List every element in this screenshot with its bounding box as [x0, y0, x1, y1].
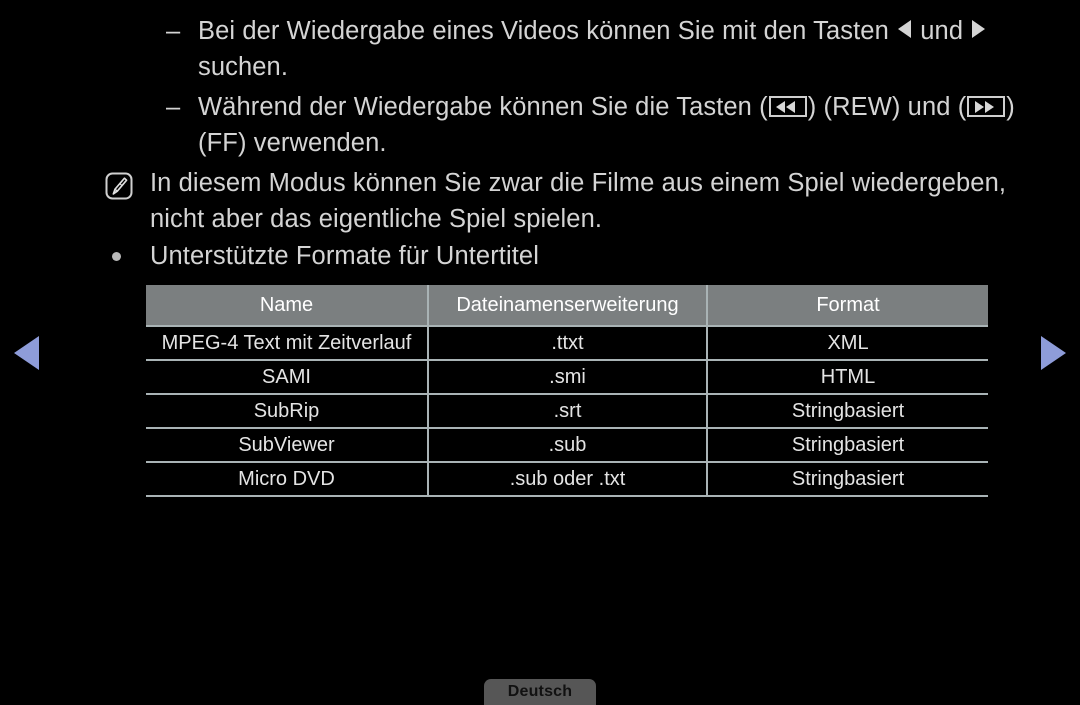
list-item-text: Bei der Wiedergabe eines Videos können S…: [198, 17, 889, 45]
table-row: SubRip .srt Stringbasiert: [146, 393, 988, 428]
triangle-right-icon: [972, 20, 986, 38]
column-header-extension: Dateinamenserweiterung: [427, 285, 708, 326]
table-row: Micro DVD .sub oder .txt Stringbasiert: [146, 461, 988, 497]
subtitle-formats-table: Name Dateinamenserweiterung Format MPEG-…: [146, 285, 988, 497]
next-page-arrow[interactable]: [1041, 336, 1066, 370]
table-row: SAMI .smi HTML: [146, 359, 988, 394]
cell-extension: .ttxt: [427, 325, 708, 360]
table-header-row: Name Dateinamenserweiterung Format: [146, 285, 988, 326]
list-item-text-middle: und: [920, 17, 964, 45]
list-item-text: Während der Wiedergabe können Sie die Ta…: [198, 93, 768, 121]
list-item: – Bei der Wiedergabe eines Videos können…: [0, 13, 1080, 85]
table-row: MPEG-4 Text mit Zeitverlauf .ttxt XML: [146, 325, 988, 360]
cell-name: SubRip: [146, 393, 429, 428]
column-header-name: Name: [146, 285, 429, 326]
cell-format: Stringbasiert: [706, 393, 988, 428]
list-item: – Während der Wiedergabe können Sie die …: [0, 89, 1080, 161]
language-chip[interactable]: Deutsch: [484, 679, 596, 705]
cell-name: MPEG-4 Text mit Zeitverlauf: [146, 325, 429, 360]
cell-extension: .sub: [427, 427, 708, 462]
dash-marker: –: [166, 17, 181, 45]
prev-page-arrow[interactable]: [14, 336, 39, 370]
cell-format: HTML: [706, 359, 988, 394]
list-item: Unterstützte Formate für Untertitel: [0, 238, 1080, 274]
triangle-left-icon: [898, 20, 912, 38]
cell-extension: .smi: [427, 359, 708, 394]
cell-name: Micro DVD: [146, 461, 429, 497]
list-item-text: Unterstützte Formate für Untertitel: [150, 242, 539, 270]
cell-format: Stringbasiert: [706, 427, 988, 462]
cell-extension: .srt: [427, 393, 708, 428]
cell-format: Stringbasiert: [706, 461, 988, 497]
list-item-text-middle: ) (REW) und (: [807, 93, 967, 121]
fast-forward-key-icon: [967, 96, 1006, 117]
cell-name: SubViewer: [146, 427, 429, 462]
cell-format: XML: [706, 325, 988, 360]
column-header-format: Format: [706, 285, 988, 326]
note-text: In diesem Modus können Sie zwar die Film…: [150, 169, 1007, 233]
bullet-dot-icon: [112, 252, 121, 261]
cell-extension: .sub oder .txt: [427, 461, 708, 497]
list-item-text-after: suchen.: [198, 53, 289, 81]
note-item: In diesem Modus können Sie zwar die Film…: [0, 165, 1080, 237]
rewind-key-icon: [768, 96, 807, 117]
content-area: – Bei der Wiedergabe eines Videos können…: [0, 0, 1080, 274]
note-pencil-icon: [104, 171, 134, 201]
cell-name: SAMI: [146, 359, 429, 394]
table-row: SubViewer .sub Stringbasiert: [146, 427, 988, 462]
dash-marker: –: [166, 93, 181, 121]
